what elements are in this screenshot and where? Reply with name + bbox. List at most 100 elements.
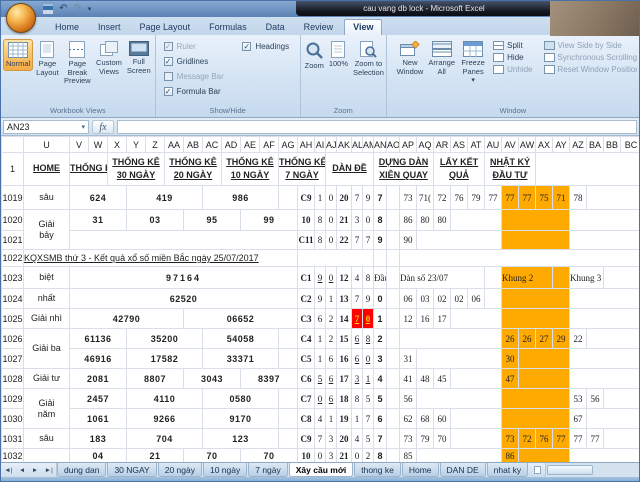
grid-cell[interactable]: 99	[241, 210, 298, 231]
grid-cell[interactable]: Giải nhì	[24, 309, 70, 329]
grid-cell[interactable]: 76	[451, 186, 468, 210]
grid-cell[interactable]: C4	[298, 329, 315, 349]
sheet-nav-3[interactable]: ►|	[45, 467, 53, 474]
grid-cell[interactable]: 61136	[70, 329, 127, 349]
grid-cell[interactable]	[279, 329, 298, 349]
name-box-dropdown-icon[interactable]: ▾	[81, 123, 85, 131]
grid-cell[interactable]: 4	[315, 409, 326, 429]
grid-cell[interactable]: 3	[326, 449, 337, 463]
grid-cell[interactable]: HOME	[24, 153, 70, 186]
grid-cell[interactable]: 04	[70, 449, 127, 463]
grid-cell[interactable]: 18	[337, 389, 352, 409]
column-header-AY[interactable]: AY	[553, 137, 570, 153]
grid-cell[interactable]: 17	[337, 369, 352, 389]
column-header-AE[interactable]: AE	[241, 137, 260, 153]
grid-cell[interactable]: 77	[485, 186, 502, 210]
grid-cell[interactable]	[387, 309, 400, 329]
grid-cell[interactable]	[519, 369, 570, 389]
grid-cell[interactable]: C3	[298, 309, 315, 329]
grid-cell[interactable]: 77	[502, 186, 519, 210]
grid-cell[interactable]: 4	[352, 429, 363, 449]
grid-cell[interactable]: 86	[502, 449, 519, 463]
grid-cell[interactable]: 95	[184, 210, 241, 231]
view-side-by-side-button[interactable]: View Side by Side	[544, 41, 638, 50]
redo-icon[interactable]: ↷	[73, 3, 81, 15]
insert-function-button[interactable]: fx	[92, 120, 114, 134]
grid-cell[interactable]	[417, 349, 502, 369]
grid-cell[interactable]: 4	[352, 267, 363, 289]
grid-cell[interactable]: 419	[127, 186, 203, 210]
name-box[interactable]: AN23 ▾	[3, 120, 89, 134]
grid-cell[interactable]	[587, 329, 640, 349]
grid-cell[interactable]: 704	[127, 429, 203, 449]
grid-cell[interactable]: 4110	[127, 389, 203, 409]
grid-cell[interactable]	[387, 429, 400, 449]
grid-cell[interactable]: 624	[70, 186, 127, 210]
checkbox-message-bar[interactable]: Message Bar	[164, 69, 224, 83]
grid-cell[interactable]	[570, 210, 640, 231]
grid-cell[interactable]	[417, 449, 502, 463]
grid-cell[interactable]: 1	[315, 186, 326, 210]
grid-cell[interactable]: 56	[400, 389, 417, 409]
grid-cell[interactable]: 6	[326, 369, 337, 389]
grid-cell[interactable]	[387, 349, 400, 369]
grid-cell[interactable]: THỐNG KÊ 30 NGÀY	[108, 153, 165, 186]
grid-cell[interactable]	[536, 153, 640, 186]
column-header-AL[interactable]: AL	[352, 137, 363, 153]
grid-cell[interactable]: 8	[374, 449, 387, 463]
grid-cell[interactable]: C11	[298, 231, 315, 250]
column-header-AM[interactable]: AM	[363, 137, 374, 153]
grid-cell[interactable]	[387, 267, 400, 289]
grid-cell[interactable]: 16	[417, 309, 434, 329]
page-break-preview-button[interactable]: Page Break Preview	[62, 39, 93, 87]
grid-cell[interactable]: 75	[536, 186, 553, 210]
grid-cell[interactable]: 3043	[184, 369, 241, 389]
grid-cell[interactable]: 2457	[70, 389, 127, 409]
grid-cell[interactable]: 0	[363, 210, 374, 231]
grid-cell[interactable]: C6	[298, 369, 315, 389]
grid-cell[interactable]: C9	[298, 429, 315, 449]
grid-cell[interactable]: 6	[352, 329, 363, 349]
grid-cell[interactable]: 2081	[70, 369, 127, 389]
sheet-tab-home[interactable]: Home	[402, 463, 439, 477]
grid-cell[interactable]: 30	[502, 349, 519, 369]
grid-cell[interactable]: KQXSMB thứ 3 - Kết quả xổ số miền Bắc ng…	[24, 250, 298, 267]
grid-cell[interactable]: 7	[352, 186, 363, 210]
grid-cell[interactable]: 2	[374, 329, 387, 349]
grid-cell[interactable]	[387, 210, 400, 231]
checkbox-ruler[interactable]: ✓Ruler	[164, 39, 196, 53]
grid-cell[interactable]: 48	[417, 369, 434, 389]
grid-cell[interactable]: Giải tư	[24, 369, 70, 389]
custom-views-button[interactable]: Custom Views	[94, 39, 124, 77]
grid-cell[interactable]	[604, 389, 640, 409]
grid-cell[interactable]: 72	[519, 429, 536, 449]
grid-cell[interactable]: 41	[400, 369, 417, 389]
grid-cell[interactable]: 7	[374, 186, 387, 210]
grid-cell[interactable]	[417, 231, 502, 250]
grid-cell[interactable]: nhất	[24, 289, 70, 309]
sheet-tab-10-ngày[interactable]: 10 ngày	[203, 463, 247, 477]
grid-cell[interactable]: C8	[298, 409, 315, 429]
grid-cell[interactable]: 17582	[127, 349, 203, 369]
grid-cell[interactable]: 21	[337, 210, 352, 231]
row-header-1025[interactable]: 1025	[2, 309, 24, 329]
grid-cell[interactable]	[570, 289, 640, 309]
grid-cell[interactable]: 1	[315, 329, 326, 349]
grid-cell[interactable]: 0580	[203, 389, 279, 409]
grid-cell[interactable]: 9	[374, 231, 387, 250]
grid-cell[interactable]: 8	[352, 389, 363, 409]
zoom-100-button[interactable]: 100%	[327, 39, 350, 70]
row-header-1[interactable]: 1	[2, 153, 24, 186]
ribbon-tab-insert[interactable]: Insert	[90, 20, 129, 35]
row-header-1027[interactable]: 1027	[2, 349, 24, 369]
grid-cell[interactable]	[451, 309, 502, 329]
grid-cell[interactable]: DỰNG DÀN XIÊN QUAY	[374, 153, 434, 186]
grid-cell[interactable]	[387, 289, 400, 309]
sheet-tab-nhat-ky[interactable]: nhat ky	[487, 463, 528, 477]
grid-cell[interactable]: 5	[363, 429, 374, 449]
grid-cell[interactable]: 46916	[70, 349, 127, 369]
grid-cell[interactable]: 6	[326, 349, 337, 369]
grid-cell[interactable]	[502, 309, 570, 329]
grid-cell[interactable]: 0	[315, 389, 326, 409]
grid-cell[interactable]: 19	[337, 409, 352, 429]
